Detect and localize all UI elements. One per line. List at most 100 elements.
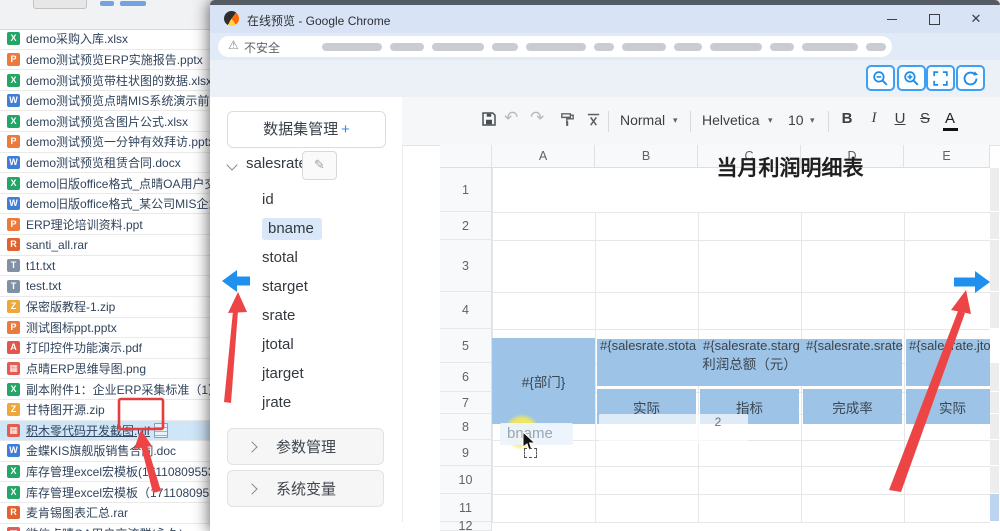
file-name[interactable]: t1t.txt [26, 259, 55, 273]
style-select[interactable]: Normal [620, 112, 665, 128]
list-item[interactable]: Pdemo测试预览ERP实施报告.pptx [0, 50, 215, 71]
row-header-7[interactable]: 7 [440, 392, 492, 414]
column-header-A[interactable]: A [492, 145, 595, 168]
file-name[interactable]: 积木零代码开发截图.gif [26, 422, 150, 439]
cell-b5[interactable]: #{salesrate.stota [597, 329, 698, 363]
redo-button[interactable]: ↷ [530, 108, 544, 128]
file-name[interactable]: 库存管理excel宏模板(171108095536).xls [26, 463, 215, 480]
list-item[interactable]: W金蝶KIS旗舰版销售合同.doc [0, 441, 215, 462]
file-name[interactable]: santi_all.rar [26, 238, 88, 252]
row-header-11[interactable]: 11 [440, 494, 492, 522]
maximize-button[interactable] [916, 5, 952, 33]
list-item[interactable]: Wdemo测试预览点晴MIS系统演示前准备明细 [0, 91, 215, 112]
sheet-title-cell[interactable]: 当月利润明细表 [590, 152, 990, 182]
row-header-5[interactable]: 5 [440, 329, 492, 363]
zoom-out-button[interactable] [866, 65, 895, 91]
list-item[interactable]: A打印控件功能演示.pdf [0, 338, 215, 359]
row-header-2[interactable]: 2 [440, 212, 492, 240]
file-name[interactable]: demo测试预览带柱状图的数据.xlsx [26, 72, 212, 89]
clipped-link[interactable] [100, 1, 114, 6]
list-item[interactable]: Pdemo测试预览一分钟有效拜访.pptx [0, 132, 215, 153]
minimize-button[interactable] [874, 5, 910, 33]
dataset-manage-button[interactable]: 数据集管理+ [227, 111, 386, 148]
underline-button[interactable]: U [889, 110, 911, 127]
list-item[interactable]: R麦肯锡图表汇总.rar [0, 503, 215, 524]
cell-dept-header[interactable]: #{部门} [492, 338, 595, 424]
list-item[interactable]: ▦点晴ERP思维导图.png [0, 359, 215, 380]
file-name[interactable]: 库存管理excel宏模板（171108095536）.x [26, 484, 215, 501]
cell-e5[interactable]: #{salesrate.jtot [906, 329, 990, 363]
file-name[interactable]: test.txt [26, 279, 61, 293]
list-item[interactable]: Z保密版教程-1.zip [0, 297, 215, 318]
list-item[interactable]: Tt1t.txt [0, 256, 215, 277]
cell-rate-header[interactable]: 完成率 [803, 389, 902, 424]
file-name[interactable]: demo测试预览ERP实施报告.pptx [26, 51, 203, 68]
list-item[interactable]: Z甘特图开源.zip [0, 400, 215, 421]
row-header-6[interactable]: 6 [440, 363, 492, 392]
file-name[interactable]: demo采购入库.xlsx [26, 30, 128, 47]
list-item[interactable]: Wdemo测试预览租赁合同.docx [0, 153, 215, 174]
preview-badge-icon[interactable] [154, 423, 168, 438]
refresh-button[interactable] [956, 65, 985, 91]
row-header-9[interactable]: 9 [440, 440, 492, 466]
list-item[interactable]: P测试图标ppt.pptx [0, 318, 215, 339]
close-button[interactable]: ✕ [958, 5, 994, 33]
strikethrough-button[interactable]: S [914, 110, 936, 127]
file-name[interactable]: demo测试预览含图片公式.xlsx [26, 113, 188, 130]
list-item[interactable]: Wdemo旧版office格式_某公司MIS企业管理信 [0, 194, 215, 215]
italic-button[interactable]: I [863, 110, 885, 127]
undo-button[interactable]: ↶ [504, 108, 518, 128]
file-name[interactable]: demo旧版office格式_点晴OA用户交流群垃 [26, 175, 215, 192]
file-name[interactable]: 点晴ERP思维导图.png [26, 360, 146, 377]
list-item[interactable]: X副本附件1：企业ERP采集标准（1）.xls [0, 379, 215, 400]
file-name[interactable]: 微信点晴OA用户交流群(永久).png [26, 525, 207, 531]
list-item[interactable]: Rsanti_all.rar [0, 235, 215, 256]
bold-button[interactable]: B [836, 110, 858, 127]
file-name[interactable]: 测试图标ppt.pptx [26, 319, 117, 336]
list-item[interactable]: ▦积木零代码开发截图.gif [0, 421, 215, 442]
list-item[interactable]: Xdemo采购入库.xlsx [0, 29, 215, 50]
list-item[interactable]: Xdemo旧版office格式_点晴OA用户交流群垃 [0, 173, 215, 194]
row-header-3[interactable]: 3 [440, 240, 492, 292]
file-name[interactable]: demo旧版office格式_某公司MIS企业管理信 [26, 195, 215, 212]
clipped-link[interactable] [120, 1, 146, 6]
file-name[interactable]: 金蝶KIS旗舰版销售合同.doc [26, 442, 176, 459]
list-item[interactable]: X库存管理excel宏模板（171108095536）.x [0, 482, 215, 503]
cell-actual2-header[interactable]: 实际 [906, 389, 999, 424]
file-name[interactable]: 副本附件1：企业ERP采集标准（1）.xls [26, 381, 215, 398]
font-select[interactable]: Helvetica [702, 112, 760, 128]
row-header-10[interactable]: 10 [440, 466, 492, 494]
format-paint-button[interactable] [559, 111, 576, 133]
cell-d5[interactable]: #{salesrate.srate [803, 329, 904, 363]
list-item[interactable]: Xdemo测试预览含图片公式.xlsx [0, 111, 215, 132]
file-name[interactable]: 保密版教程-1.zip [26, 298, 115, 315]
clear-format-button[interactable] [585, 111, 602, 133]
cell-c5[interactable]: #{salesrate.starg [700, 329, 801, 363]
list-item[interactable]: PERP理论培训资料.ppt [0, 214, 215, 235]
file-name[interactable]: demo测试预览一分钟有效拜访.pptx [26, 133, 214, 150]
file-name[interactable]: demo测试预览租赁合同.docx [26, 154, 181, 171]
list-item[interactable]: ▦微信点晴OA用户交流群(永久).png [0, 524, 215, 531]
save-button[interactable] [480, 110, 498, 133]
file-name[interactable]: 甘特图开源.zip [26, 401, 105, 418]
text-color-button[interactable]: A [939, 110, 961, 127]
row-header-1[interactable]: 1 [440, 168, 492, 212]
row-header-8[interactable]: 8 [440, 414, 492, 440]
clipped-toolbar-button[interactable] [33, 0, 87, 9]
page-content: 数据集管理+ salesrate ✎ idbnamestotalstargets… [210, 97, 1000, 522]
list-item[interactable]: Ttest.txt [0, 276, 215, 297]
fit-screen-button[interactable] [926, 65, 955, 91]
address-bar[interactable]: ⚠ 不安全 [218, 36, 892, 57]
list-item[interactable]: X库存管理excel宏模板(171108095536).xls [0, 462, 215, 483]
file-name[interactable]: ERP理论培训资料.ppt [26, 216, 143, 233]
file-name[interactable]: demo测试预览点晴MIS系统演示前准备明细 [26, 92, 215, 109]
row-header-12[interactable]: 12 [440, 522, 492, 531]
file-name[interactable]: 麦肯锡图表汇总.rar [26, 504, 128, 521]
select-all-corner[interactable] [440, 145, 492, 168]
window-titlebar[interactable]: 在线预览 - Google Chrome ✕ [210, 5, 1000, 33]
zoom-in-button[interactable] [897, 65, 926, 91]
file-name[interactable]: 打印控件功能演示.pdf [26, 339, 142, 356]
row-header-4[interactable]: 4 [440, 292, 492, 329]
font-size-select[interactable]: 10 [788, 112, 804, 128]
list-item[interactable]: Xdemo测试预览带柱状图的数据.xlsx [0, 70, 215, 91]
